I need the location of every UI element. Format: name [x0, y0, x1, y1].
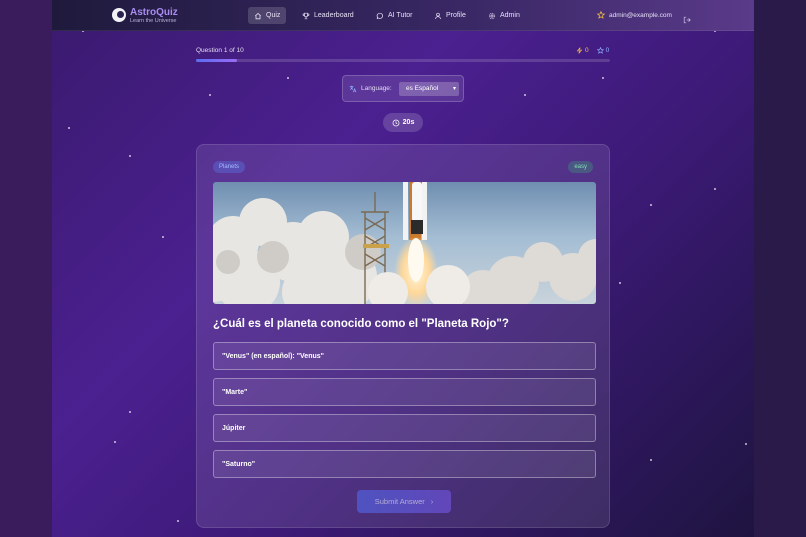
nav-item-label: Admin	[500, 12, 520, 19]
nav-item-label: Leaderboard	[314, 12, 354, 19]
star	[129, 155, 131, 157]
nav-item-label: Quiz	[266, 12, 281, 19]
answer-option[interactable]: "Saturno"	[213, 450, 596, 478]
chat-icon	[376, 12, 383, 19]
progress-bar	[196, 59, 610, 62]
streak-value: 0	[585, 47, 589, 54]
brand-tagline: Learn the Universe	[130, 18, 177, 24]
score-indicators: 0 0	[576, 47, 609, 54]
question-text: ¿Cuál es el planeta conocido como el "Pl…	[213, 318, 509, 330]
language-label: Language:	[361, 85, 392, 92]
star	[745, 443, 747, 445]
left-backdrop	[0, 0, 52, 537]
logo-icon[interactable]	[112, 8, 126, 22]
star	[209, 94, 211, 96]
star	[114, 441, 116, 443]
star	[714, 188, 716, 190]
star	[602, 77, 604, 79]
streak-counter: 0	[576, 47, 589, 54]
category-badge: Planets	[213, 161, 246, 173]
countdown-timer: 20s	[383, 113, 423, 132]
translate-icon	[349, 85, 357, 93]
difficulty-badge: easy	[568, 161, 593, 173]
star	[650, 204, 652, 206]
logout-icon	[683, 16, 691, 24]
question-counter: Question 1 of 10	[196, 47, 244, 54]
nav-item-label: AI Tutor	[388, 12, 413, 19]
chevron-right-icon: ›	[430, 497, 434, 506]
nav-item-quiz[interactable]: Quiz	[248, 7, 287, 24]
answer-option-label: Júpiter	[222, 425, 246, 432]
star	[619, 282, 621, 284]
brand[interactable]: AstroQuiz Learn the Universe	[130, 7, 178, 25]
star	[177, 520, 179, 522]
nav-item-ai-tutor[interactable]: AI Tutor	[370, 7, 419, 24]
answer-option[interactable]: "Venus" (en español): "Venus"	[213, 342, 596, 370]
star	[524, 94, 526, 96]
submit-label: Submit Answer	[374, 497, 425, 506]
star-icon	[596, 47, 604, 54]
question-card: Planets easy ¿Cuál es el planeta conocid…	[196, 144, 610, 528]
language-selector: Language: es Español ▾	[342, 75, 464, 102]
nav-item-profile[interactable]: Profile	[428, 7, 472, 24]
nav-item-admin[interactable]: Admin	[482, 7, 526, 24]
app-page: AstroQuiz Learn the Universe Quiz Leader…	[52, 0, 754, 537]
language-dropdown[interactable]: es Español ▾	[399, 82, 459, 96]
nav-item-leaderboard[interactable]: Leaderboard	[296, 7, 360, 24]
question-image	[213, 182, 596, 304]
home-icon	[254, 12, 262, 19]
chevron-down-icon: ▾	[452, 86, 456, 92]
language-selected: es Español	[406, 85, 439, 92]
trophy-icon	[302, 12, 310, 19]
bolt-icon	[576, 47, 583, 54]
answer-option[interactable]: Júpiter	[213, 414, 596, 442]
logout-button[interactable]	[683, 11, 691, 29]
nav-item-label: Profile	[446, 12, 466, 19]
top-navbar: AstroQuiz Learn the Universe Quiz Leader…	[52, 0, 754, 31]
progress-fill	[196, 59, 238, 62]
answer-option-label: "Saturno"	[222, 461, 256, 468]
answer-option-label: "Venus" (en español): "Venus"	[222, 353, 324, 360]
gear-icon	[488, 12, 496, 19]
user-icon	[435, 12, 441, 19]
user-email: admin@example.com	[609, 11, 672, 19]
user-account[interactable]: admin@example.com	[597, 11, 672, 19]
points-counter: 0	[596, 47, 610, 54]
answer-option-label: "Marte"	[222, 389, 248, 396]
timer-value: 20s	[402, 119, 415, 126]
points-value: 0	[605, 47, 610, 54]
brand-name: AstroQuiz	[130, 7, 178, 18]
rocket-launch-illustration	[213, 182, 596, 304]
right-backdrop	[754, 0, 806, 537]
star-icon	[597, 11, 605, 19]
answer-option[interactable]: "Marte"	[213, 378, 596, 406]
star	[162, 236, 164, 238]
submit-answer-button[interactable]: Submit Answer ›	[357, 490, 451, 513]
star	[650, 459, 652, 461]
clock-icon	[392, 119, 400, 126]
star	[287, 77, 289, 79]
star	[129, 411, 131, 413]
star	[68, 127, 70, 129]
